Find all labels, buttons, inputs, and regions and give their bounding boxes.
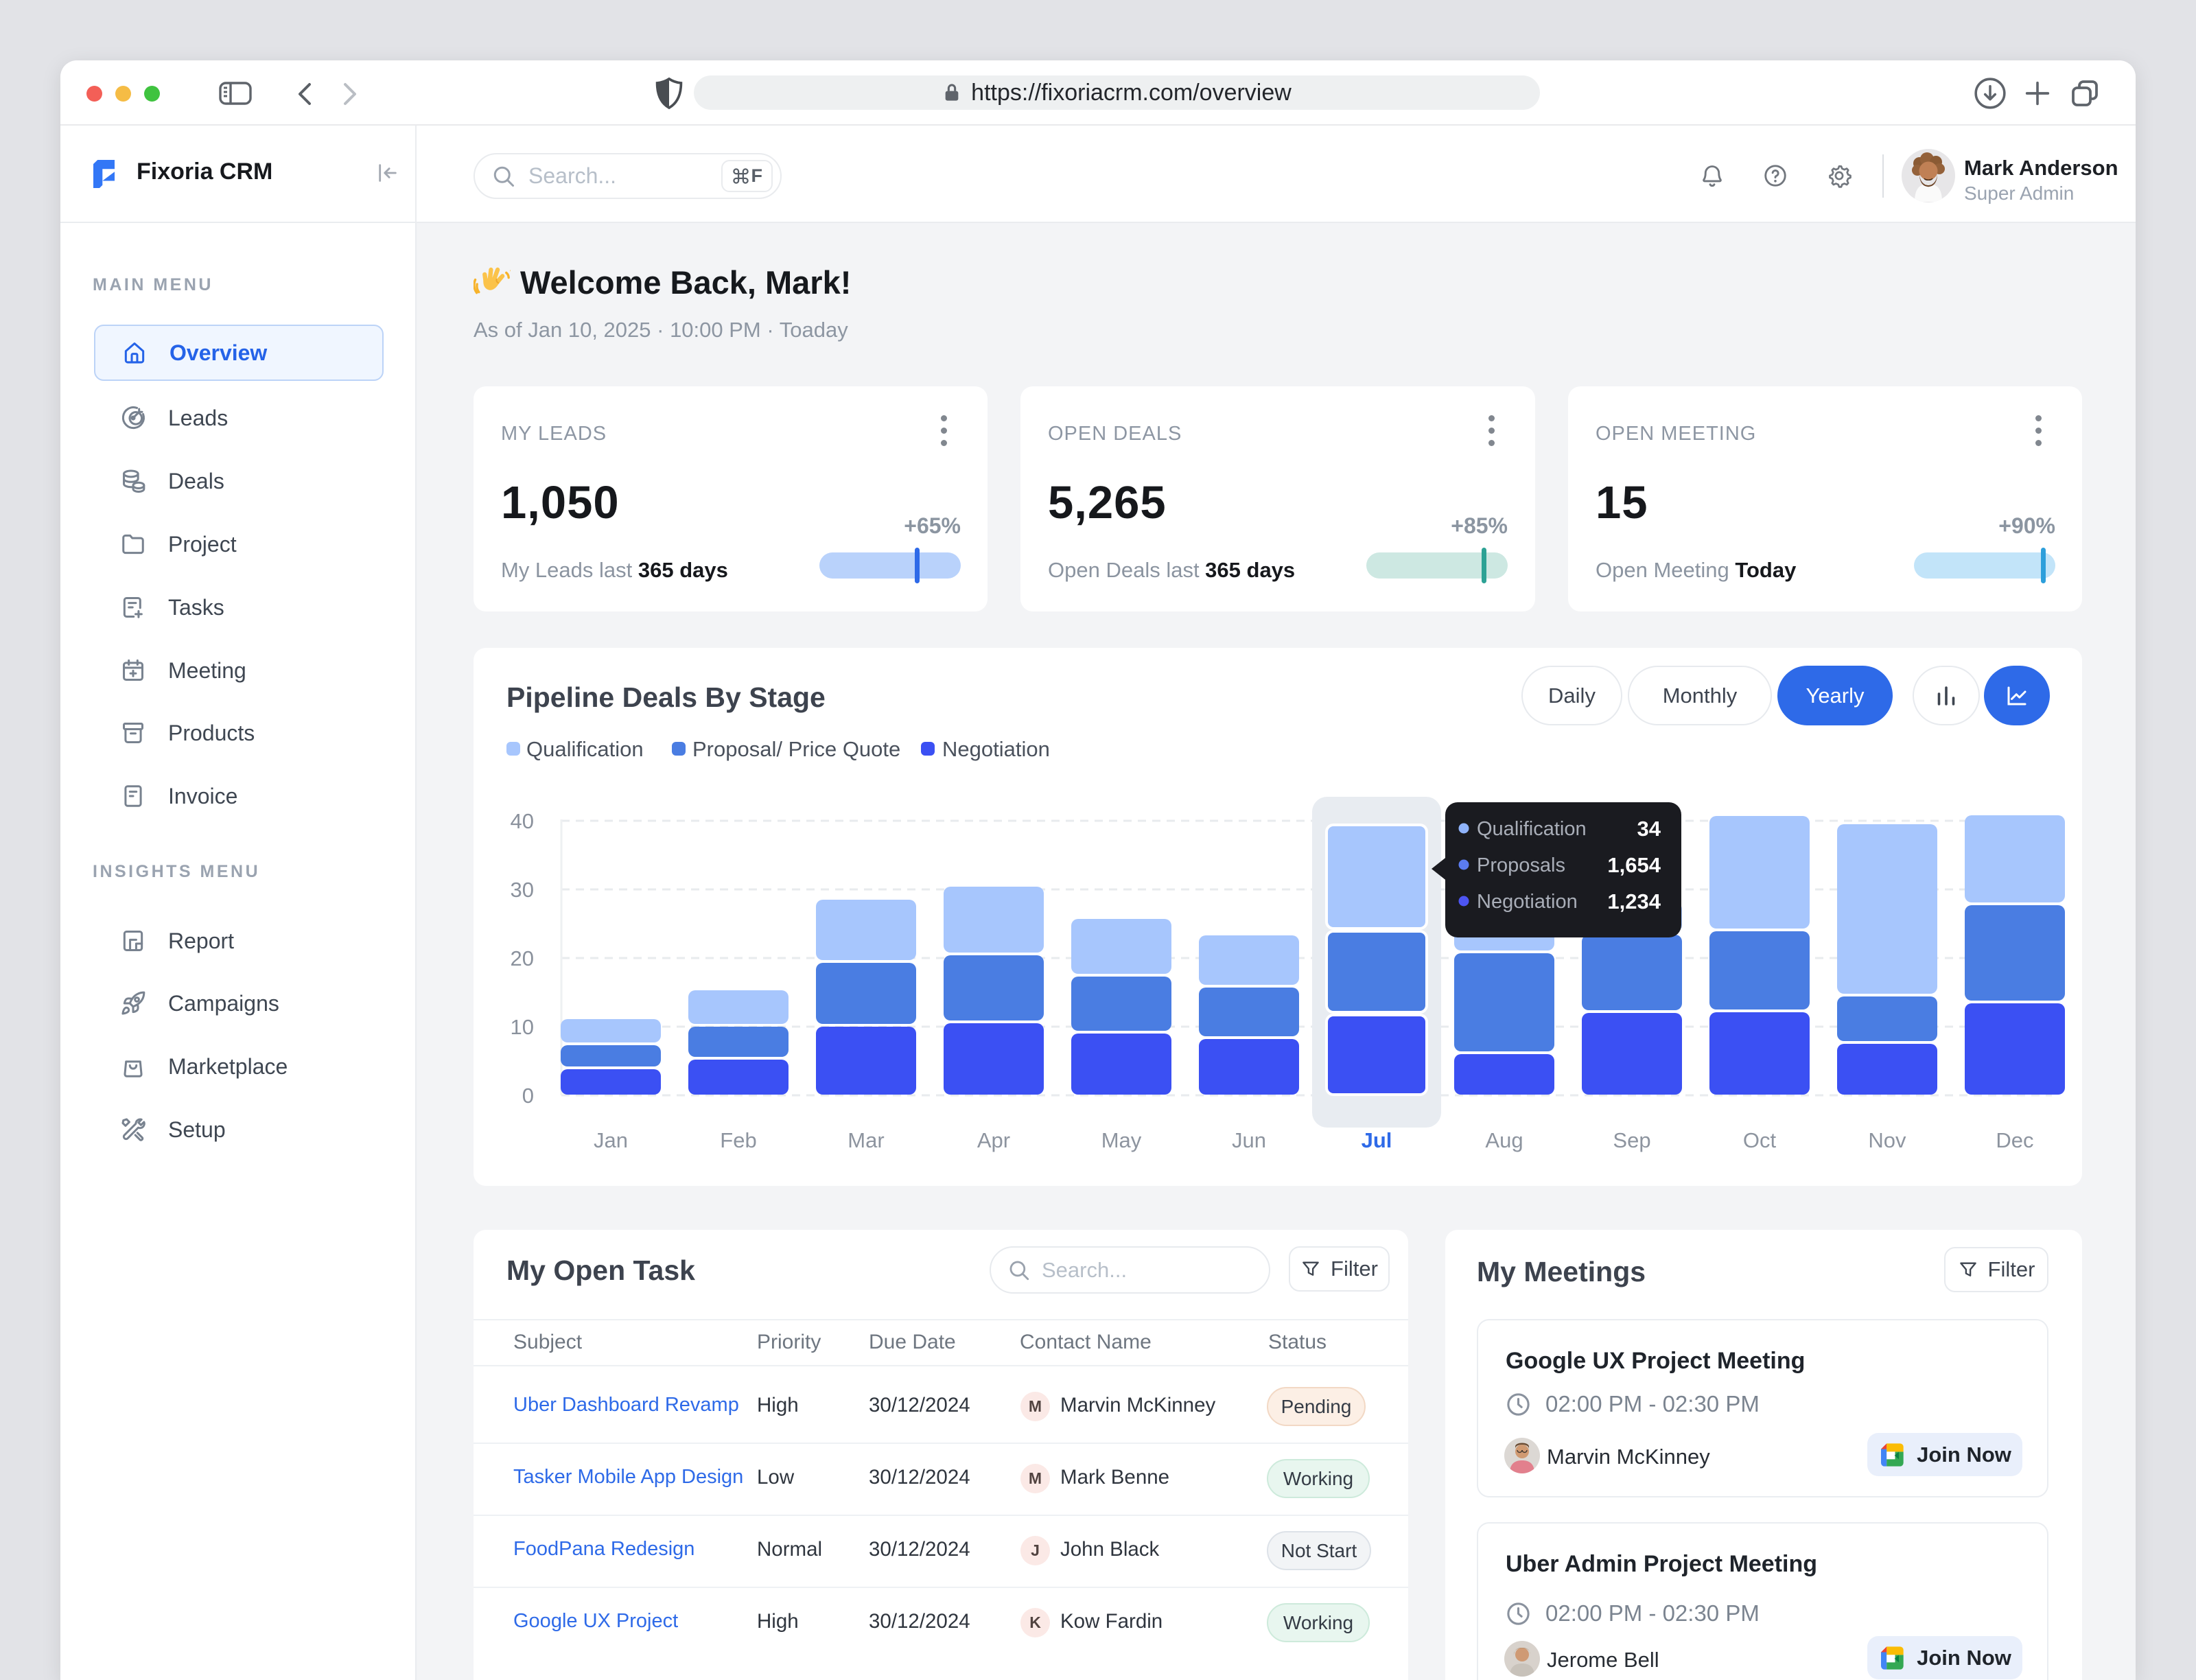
svg-text:34: 34	[1637, 817, 1661, 841]
svg-text:Oct: Oct	[1743, 1128, 1777, 1152]
svg-text:Apr: Apr	[977, 1128, 1010, 1152]
svg-text:Proposals: Proposals	[1477, 854, 1565, 876]
svg-text:0: 0	[522, 1084, 534, 1108]
svg-text:1,234: 1,234	[1607, 889, 1661, 913]
svg-text:Mar: Mar	[848, 1128, 884, 1152]
svg-text:Dec: Dec	[1996, 1128, 2033, 1152]
svg-text:Jun: Jun	[1232, 1128, 1266, 1152]
svg-text:Nov: Nov	[1868, 1128, 1906, 1152]
svg-text:Feb: Feb	[720, 1128, 756, 1152]
svg-text:Sep: Sep	[1613, 1128, 1650, 1152]
svg-text:20: 20	[511, 946, 534, 970]
svg-text:40: 40	[511, 809, 534, 833]
svg-text:Jul: Jul	[1362, 1128, 1392, 1152]
svg-text:1,654: 1,654	[1607, 853, 1661, 877]
svg-text:Jan: Jan	[594, 1128, 628, 1152]
svg-text:Pipeline Deals By Stage: Pipeline Deals By Stage	[506, 681, 826, 713]
svg-text:May: May	[1101, 1128, 1142, 1152]
svg-text:Qualification: Qualification	[1477, 818, 1587, 840]
svg-text:Proposal/ Price Quote: Proposal/ Price Quote	[692, 737, 900, 761]
svg-text:Negotiation: Negotiation	[942, 737, 1050, 761]
svg-text:Negotiation: Negotiation	[1477, 891, 1578, 913]
svg-text:10: 10	[511, 1015, 534, 1039]
svg-text:30: 30	[511, 878, 534, 902]
svg-text:Qualification: Qualification	[526, 737, 644, 761]
svg-text:Aug: Aug	[1485, 1128, 1523, 1152]
